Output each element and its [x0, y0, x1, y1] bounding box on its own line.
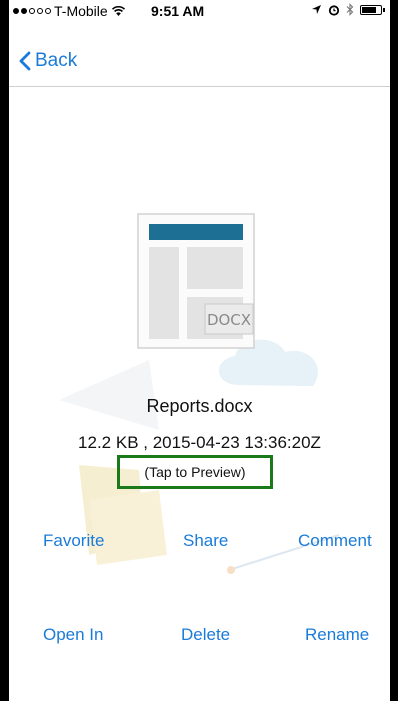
chevron-left-icon	[19, 51, 31, 71]
rename-button[interactable]: Rename	[305, 625, 369, 645]
wifi-icon	[111, 5, 125, 16]
app-screen: T-Mobile 9:51 AM Back DOCX Reports.docx …	[9, 0, 390, 701]
back-button[interactable]: Back	[19, 50, 77, 72]
carrier-signal: T-Mobile	[13, 3, 126, 19]
battery-icon	[360, 4, 385, 15]
navigation-bar: Back	[9, 22, 390, 87]
alarm-icon	[328, 4, 340, 16]
file-meta: 12.2 KB , 2015-04-23 13:36:20Z	[78, 433, 321, 452]
status-icons	[311, 3, 385, 16]
clock: 9:51 AM	[151, 3, 205, 19]
file-name: Reports.docx	[146, 396, 253, 416]
open-in-button[interactable]: Open In	[43, 625, 104, 645]
docx-file-icon: DOCX	[137, 213, 255, 349]
signal-strength-icon	[13, 8, 51, 14]
docx-badge: DOCX	[207, 311, 251, 329]
battery-fill	[362, 6, 376, 13]
share-button[interactable]: Share	[183, 531, 228, 551]
tap-to-preview-button[interactable]: (Tap to Preview)	[117, 455, 273, 489]
delete-button[interactable]: Delete	[181, 625, 230, 645]
bluetooth-icon	[346, 3, 354, 16]
status-bar: T-Mobile 9:51 AM	[9, 0, 390, 22]
back-label: Back	[35, 50, 78, 71]
comment-button[interactable]: Comment	[298, 531, 372, 551]
location-arrow-icon	[312, 5, 321, 14]
favorite-button[interactable]: Favorite	[43, 531, 104, 551]
carrier-name: T-Mobile	[54, 3, 108, 19]
